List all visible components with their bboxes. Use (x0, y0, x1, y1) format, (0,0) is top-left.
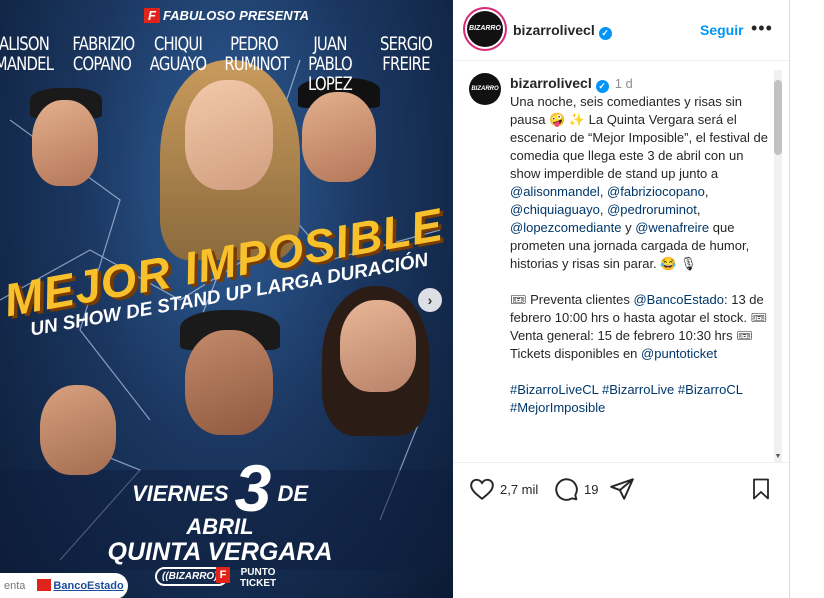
caption-section: BIZARRO bizarrolivecl ✓ 1 d Una noche, sei… (453, 61, 789, 463)
comedian-photo-1 (32, 100, 98, 186)
scrollbar-thumb[interactable] (774, 80, 782, 155)
comedian-photo-3 (302, 92, 376, 182)
mention-link[interactable]: @wenafreire (635, 220, 709, 235)
bookmark-icon (753, 478, 769, 500)
fabuloso-logo-small-icon: F (216, 567, 230, 583)
hashtag-link[interactable]: #BizarroLiveCL (510, 382, 598, 397)
follow-button[interactable]: Seguir (700, 22, 744, 38)
comedian-name: FABRIZIO COPANO (72, 33, 135, 75)
post-caption: Una noche, seis comediantes y risas sin … (510, 94, 768, 415)
comedian-name: PEDRO RUMINOT (224, 33, 290, 75)
mention-link[interactable]: @fabriziocopano (607, 184, 705, 199)
mention-link[interactable]: @pedroruminot (607, 202, 697, 217)
fabuloso-logo-icon: F (143, 8, 160, 23)
comment-icon (555, 478, 578, 501)
comedian-photo-5 (340, 300, 416, 392)
hashtag-link[interactable]: #BizarroCL (678, 382, 743, 397)
like-count[interactable]: 2,7 mil (500, 482, 538, 497)
share-icon (610, 478, 634, 500)
mention-link[interactable]: @lopezcomediante (510, 220, 621, 235)
caption-username[interactable]: bizarrolivecl (510, 75, 592, 91)
save-button[interactable] (749, 476, 773, 507)
comedian-photo-2 (185, 80, 273, 190)
post-actions: 2,7 mil 19 (453, 476, 789, 506)
caption-avatar[interactable]: BIZARRO (469, 73, 501, 105)
profile-avatar[interactable]: BIZARRO (467, 11, 503, 47)
verified-badge-icon: ✓ (598, 27, 612, 40)
caption-scrollbar[interactable]: ▼ (774, 70, 782, 462)
more-options-icon[interactable]: ••• (751, 18, 773, 39)
post-time[interactable]: 1 d (615, 76, 633, 91)
comment-button[interactable] (553, 476, 579, 507)
share-button[interactable] (609, 476, 635, 507)
verified-badge-icon: ✓ (595, 80, 609, 93)
post-side-panel: BIZARRO bizarrolivecl ✓ Seguir ••• BIZARR… (453, 0, 790, 598)
comedian-name: CHIQUI AGUAYO (149, 33, 207, 75)
hashtag-link[interactable]: #MejorImposible (510, 400, 605, 415)
post-header: BIZARRO bizarrolivecl ✓ Seguir ••• (453, 0, 789, 61)
poster-sponsor-header: F FABULOSO PRESENTA (0, 8, 453, 23)
puntoticket-logo: PUNTO TICKET (240, 567, 277, 589)
ticket-icon: 🎟 (750, 310, 768, 325)
hashtag-link[interactable]: #BizarroLive (602, 382, 674, 397)
comedian-name: SERGIO FREIRE (380, 33, 433, 75)
bancoestado-logo-icon (37, 579, 52, 591)
comedian-photo-4 (185, 330, 273, 435)
event-date: VIERNES 3 DE ABRIL QUINTA VERGARA (100, 455, 340, 567)
heart-icon (470, 478, 494, 500)
ticket-icon: 🎟 (510, 292, 527, 307)
comment-count: 19 (584, 482, 599, 497)
scroll-down-arrow-icon[interactable]: ▼ (774, 453, 782, 460)
bancoestado-badge: enta BancoEstado (0, 573, 128, 598)
mention-link[interactable]: @puntoticket (641, 346, 717, 361)
mention-link[interactable]: @alisonmandel (510, 184, 600, 199)
sponsor-bar: enta BancoEstado ((BIZARRO)) F PUNTO TICKE… (0, 563, 453, 598)
caption-username-row: bizarrolivecl ✓ 1 d (510, 75, 633, 93)
like-button[interactable] (469, 476, 495, 507)
mention-link[interactable]: @chiquiaguayo (510, 202, 600, 217)
header-username[interactable]: bizarrolivecl ✓ (513, 22, 612, 40)
post-image[interactable]: F FABULOSO PRESENTA ALISON MANDEL FABRIZIO C… (0, 0, 453, 598)
ticket-icon: 🎟 (736, 328, 753, 343)
mention-link[interactable]: @BancoEstado (633, 292, 724, 307)
comedian-name: ALISON MANDEL (0, 33, 54, 75)
carousel-next-button[interactable]: › (418, 288, 442, 312)
comedian-name: JUAN PABLO LOPEZ (308, 33, 353, 95)
